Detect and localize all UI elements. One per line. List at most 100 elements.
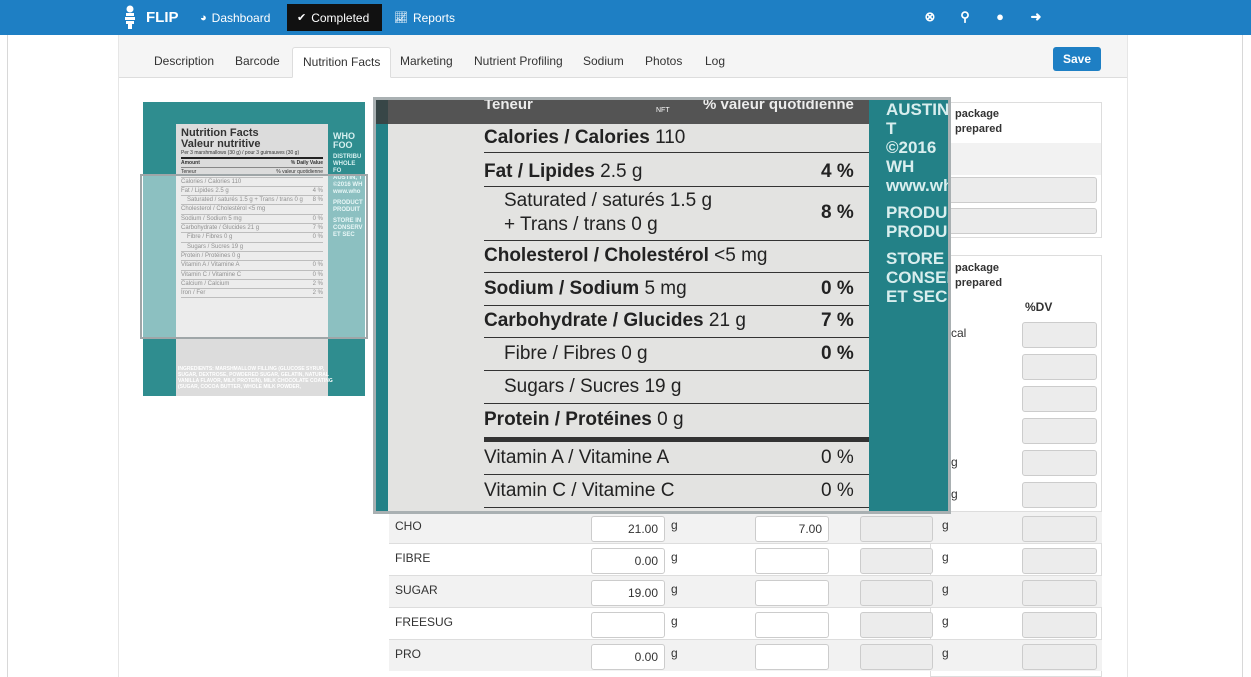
zoom-pct: 0 % [821, 480, 854, 502]
prepared-amount-field[interactable] [860, 516, 933, 542]
amount-input[interactable]: 21.00 [591, 516, 665, 542]
nav-completed-label: Completed [311, 10, 370, 25]
zoom-line-saturated: Saturated / saturés 1.5 g [504, 190, 712, 212]
dv-field-5[interactable] [1022, 450, 1097, 476]
amount-input[interactable] [591, 612, 665, 638]
close-circle-icon[interactable]: ⊗ [922, 9, 938, 25]
dv-field-4[interactable] [1022, 418, 1097, 444]
nav-reports-label: Reports [412, 10, 455, 25]
package-field-1[interactable] [937, 177, 1097, 203]
zoom-divider [484, 403, 869, 404]
thumb-serving: Per 3 marshmallows (30 g) / pour 3 guima… [181, 150, 323, 159]
prepared-unit: g [942, 550, 949, 564]
package-field-2[interactable] [937, 208, 1097, 234]
amount-input[interactable]: 0.00 [591, 644, 665, 670]
zoom-pct-value: 7 % [821, 310, 854, 331]
prepared-amount-field[interactable] [860, 644, 933, 670]
zoom-line-bold: Fat / Lipides [484, 161, 595, 182]
zoom-divider [484, 337, 869, 338]
zoom-pct: 0 % [821, 278, 854, 300]
table-row: FREESUG g g [389, 607, 1102, 639]
prepared-amount-field[interactable] [860, 612, 933, 638]
dv-input[interactable] [755, 580, 829, 606]
zoom-divider [484, 305, 869, 306]
thumb-side-line: WHOLE FO [333, 161, 356, 174]
zoom-package-side-text: AUSTIN, T ©2016 WH www.who PRODUCT PRODU… [886, 100, 948, 306]
save-button[interactable]: Save [1053, 47, 1101, 71]
tab-marketing[interactable]: Marketing [390, 47, 463, 78]
panel-title-package: package [955, 108, 1000, 120]
tab-photos[interactable]: Photos [635, 47, 692, 78]
g-unit-fragment-2: g [951, 487, 958, 501]
amount-input[interactable]: 19.00 [591, 580, 665, 606]
prepared-dv-field[interactable] [1022, 548, 1097, 574]
prepared-dv-field[interactable] [1022, 516, 1097, 542]
tab-description[interactable]: Description [144, 47, 224, 78]
dv-field-2[interactable] [1022, 354, 1097, 380]
zoom-line-bold: Sodium / Sodium [484, 278, 640, 299]
dv-field-1[interactable] [1022, 322, 1097, 348]
brand-name: FLIP [146, 8, 179, 26]
prepared-dv-field[interactable] [1022, 580, 1097, 606]
zoom-side-line: ©2016 WH [886, 138, 937, 176]
thumb-side-line: FOO [333, 140, 353, 150]
zoom-line-rest: 21 g [703, 310, 746, 331]
table-row: FIBRE 0.00 g g [389, 543, 1102, 575]
zoom-pct-value: 4 % [821, 161, 854, 182]
prepared-dv-field[interactable] [1022, 612, 1097, 638]
tab-nutrition-facts[interactable]: Nutrition Facts [292, 47, 392, 78]
thumb-side-line: DISTRIBU [333, 154, 362, 160]
dv-input[interactable] [755, 548, 829, 574]
tab-sodium[interactable]: Sodium [573, 47, 634, 78]
zoom-line-sodium: Sodium / Sodium 5 mg [484, 278, 687, 300]
zoom-thick-divider [484, 437, 869, 442]
dv-field-6[interactable] [1022, 482, 1097, 508]
zoom-side-line: ET SEC [886, 287, 948, 306]
zoom-line-rest: Sugars / Sucres 19 g [504, 376, 682, 397]
brand[interactable]: FLIP [120, 4, 179, 30]
nutrient-name: SUGAR [395, 583, 438, 597]
thumb-dv: % Daily Value [290, 160, 323, 166]
zoom-pct: 7 % [821, 310, 854, 332]
zoom-header-bar: Teneur NFT % valeur quotidienne [376, 100, 869, 124]
zoom-line-rest: 5 mg [639, 278, 687, 299]
zoom-header-nft: NFT [656, 107, 670, 114]
zoom-divider [484, 240, 869, 241]
tab-barcode[interactable]: Barcode [225, 47, 290, 78]
dv-input[interactable]: 7.00 [755, 516, 829, 542]
prepared-amount-field[interactable] [860, 580, 933, 606]
zoom-pct-value: 0 % [821, 447, 854, 468]
g-unit-fragment-1: g [951, 455, 958, 469]
prepared-amount-field[interactable] [860, 548, 933, 574]
zoom-line-rest: 110 [649, 127, 686, 148]
dv-input[interactable] [755, 644, 829, 670]
package-edge [376, 100, 388, 511]
zoom-line-vitamin-a: Vitamin A / Vitamine A [484, 447, 669, 469]
nav-dashboard[interactable]: ◕ Dashboard [190, 4, 280, 31]
search-icon[interactable]: ⚲ [957, 9, 973, 25]
zoom-pct-value: 0 % [821, 343, 854, 364]
frame-line-right [1242, 35, 1243, 677]
nav-reports[interactable]: 📈︎ Reports [384, 4, 465, 31]
prepared-unit: g [942, 582, 949, 596]
dv-input[interactable] [755, 612, 829, 638]
prepared-unit: g [942, 614, 949, 628]
logout-icon[interactable]: ➜ [1028, 9, 1044, 25]
prepared-dv-field[interactable] [1022, 644, 1097, 670]
nav-completed[interactable]: ✔ Completed [287, 4, 382, 31]
zoom-pct: 4 % [821, 161, 854, 183]
dv-field-3[interactable] [1022, 386, 1097, 412]
thumb-ingredients: INGREDIENTS: MARSHMALLOW FILLING (GLUCOS… [178, 366, 333, 390]
zoom-line-bold: Cholesterol / Cholestérol [484, 245, 709, 266]
user-icon[interactable]: ● [992, 9, 1008, 25]
table-row: CHO 21.00 g 7.00 g [389, 511, 1102, 543]
zoom-header-teneur: Teneur [484, 97, 533, 113]
magnifier-lens[interactable] [140, 174, 368, 339]
amount-input[interactable]: 0.00 [591, 548, 665, 574]
thumb-amount: Amount [181, 160, 200, 166]
zoom-line-protein: Protein / Protéines 0 g [484, 409, 684, 431]
cal-unit-fragment: cal [951, 326, 967, 340]
tab-log[interactable]: Log [695, 47, 735, 78]
zoom-divider [484, 186, 869, 187]
tab-nutrient-profiling[interactable]: Nutrient Profiling [464, 47, 573, 78]
